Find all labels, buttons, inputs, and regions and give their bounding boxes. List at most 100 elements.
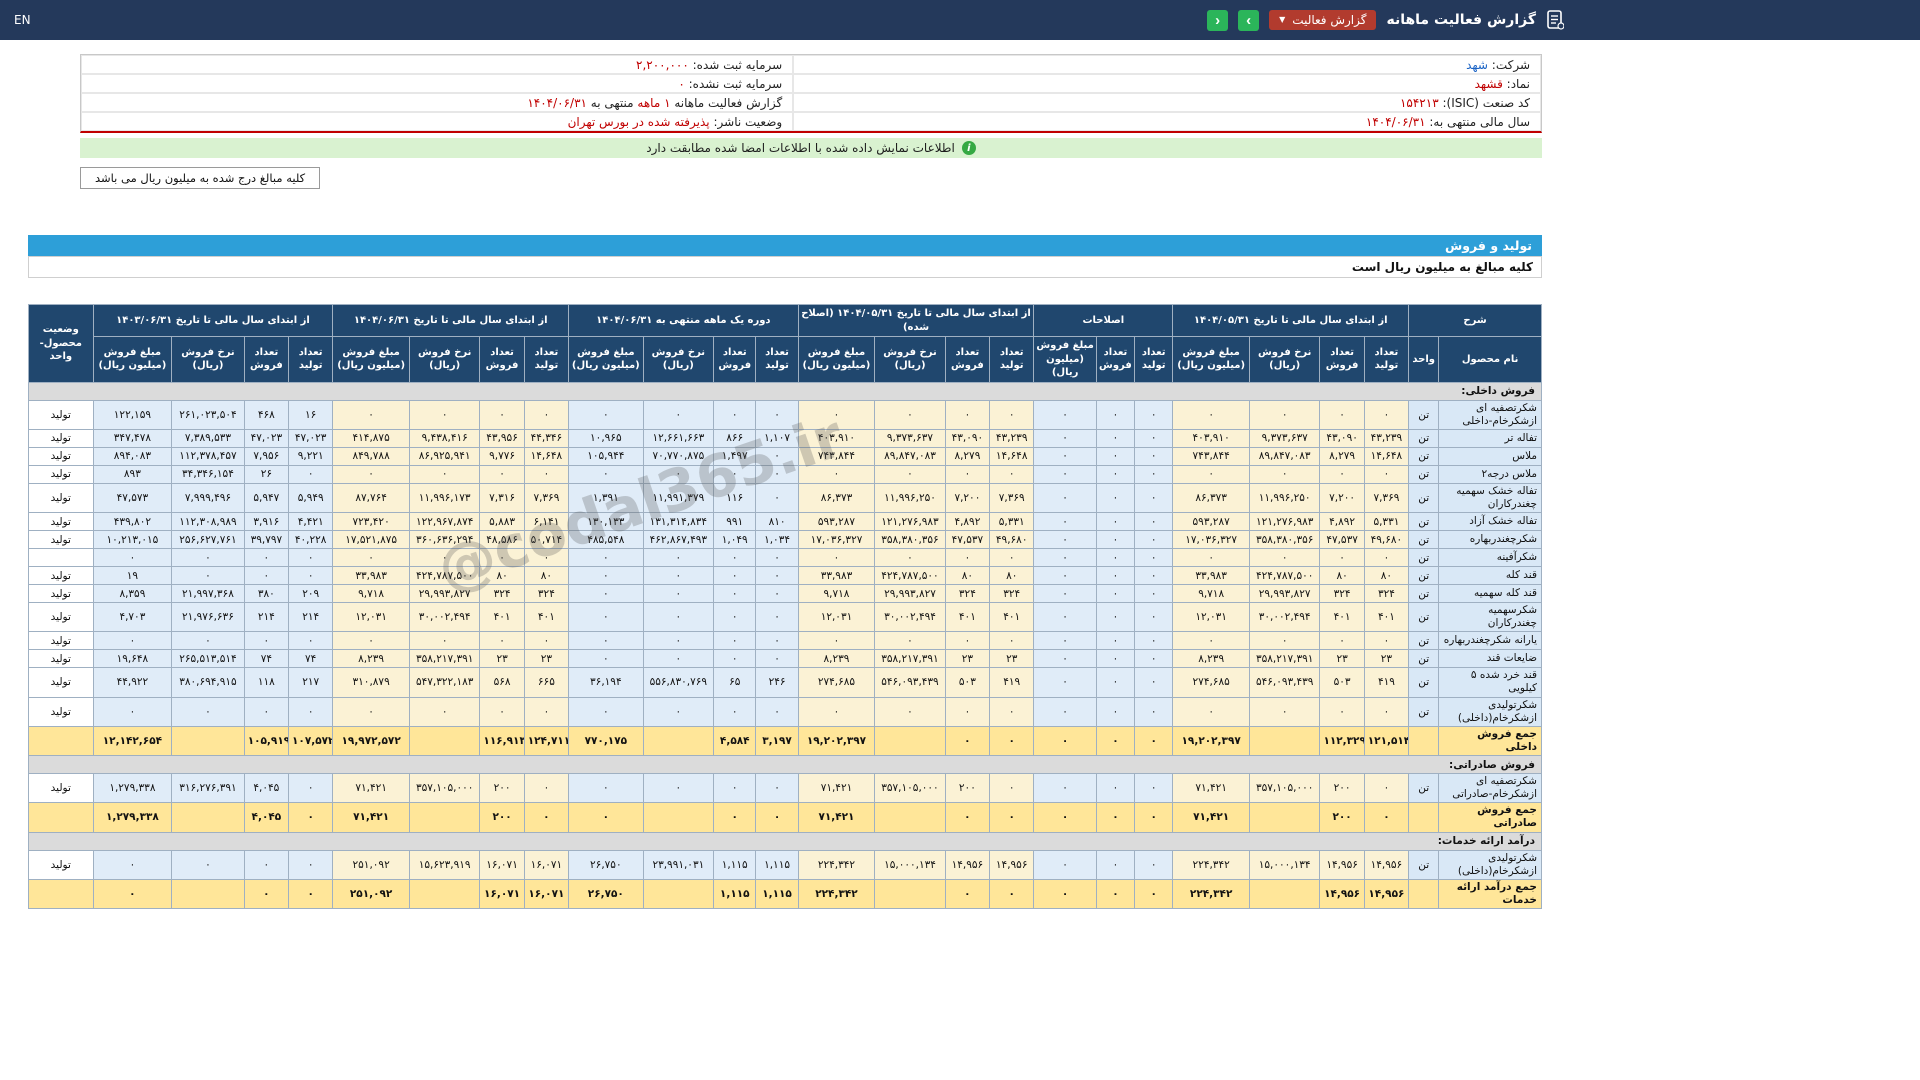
header-rate: نرخ فروش (ریال) [171,336,245,383]
cell-value: ۱۴,۹۵۶ [1363,878,1410,910]
cell-value: ۴۰۱ [523,601,570,633]
cell-value: ۲۳ [944,649,991,669]
table-row: شکرتصفیه ای ازشکرخام-صادراتی تن ۰ ۲۰۰ ۳۵۷,۱۰… [28,772,1542,804]
cell-unit: تن [1408,849,1440,880]
cell-value: ۲۵۱,۰۹۲ [332,878,410,910]
cell-value: ۰ [1134,601,1174,633]
header-qty-prod: تعداد تولید [523,336,570,383]
header-group-cor: اصلاحات [1033,304,1174,337]
cell-value: ۰ [1095,649,1136,669]
cell-value: ۷۱,۴۲۱ [797,772,876,804]
company-info-panel: شرکت: شهد سرمایه ثبت شده: ۲,۲۰۰,۰۰۰ نماد… [80,54,1542,133]
cell-value: ۰ [1172,696,1250,727]
cell-value [408,725,481,757]
cell-value: ۰ [1319,696,1365,727]
cell-value: ۵,۹۴۹ [288,482,334,514]
cell-value: ۱۳۰,۱۳۳ [568,512,644,531]
cell-status: تولید [28,428,94,448]
cell-unit: تن [1408,667,1440,698]
cell-value: ۰ [1095,849,1136,880]
cell-value: ۴۰۱ [944,601,991,633]
cell-status: تولید [28,446,94,466]
production-sales-table: شرح از ابتدای سال مالی تا تاریخ ۱۴۰۴/۰۵/۳… [28,304,1542,910]
cell-value: ۲۲۴,۳۴۲ [797,878,876,910]
cell-value: ۰ [408,631,481,651]
cell-value: ۰ [1134,667,1174,698]
cell-unit: تن [1408,772,1440,804]
cell-value: ۵۰۳ [1319,667,1365,698]
cell-value: ۰ [1248,399,1321,430]
total-row: جمع درآمد ارائه خدمات ۱۴,۹۵۶ ۱۴,۹۵۶ ۲۲۴,۳۴۲… [28,878,1542,910]
cell-value: ۱۴,۹۵۶ [944,849,991,880]
cell-value: ۱۷,۵۲۱,۸۷۵ [332,530,410,549]
cell-unit [1408,878,1440,910]
cell-value: ۸۰ [989,566,1035,585]
language-toggle[interactable]: EN [14,13,31,27]
prev-report-button[interactable]: ‹ [1207,9,1229,31]
cell-value: ۸۹۳ [92,464,173,484]
cell-value: ۷,۲۰۰ [944,482,991,514]
cell-status: تولید [28,530,94,549]
cell-value: ۳۲۴ [1319,584,1365,603]
cell-value: ۲۴۶ [755,667,799,698]
cell-value: ۱۱۲,۳۷۸,۴۵۷ [171,446,245,466]
production-sales-section: تولید و فروش کلیه مبالغ به میلیون ریال ا… [28,235,1542,910]
header-product-name: نام محصول [1438,336,1542,383]
cell-value: ۰ [1134,512,1174,531]
cell-value: ۰ [713,601,757,633]
cell-value: ۰ [989,696,1035,727]
cell-value: ۰ [755,482,799,514]
cell-value: ۰ [1134,725,1174,757]
cell-status: تولید [28,584,94,603]
header-qty-sold: تعداد فروش [944,336,991,383]
cell-value: ۰ [1134,566,1174,585]
table-row: تفاله خشک آزاد تن ۵,۳۳۱ ۴,۸۹۲ ۱۲۱,۲۷۶,۹۸۳ ۵۹۳… [28,512,1542,531]
header-rate: نرخ فروش (ریال) [874,336,946,383]
cell-product-name: ملاس [1438,446,1542,466]
cell-value: ۲۱,۹۷۶,۶۳۶ [171,601,245,633]
cell-value: ۰ [332,631,410,651]
cell-value: ۰ [332,548,410,567]
cell-value: ۱۲,۰۳۱ [797,601,876,633]
cell-value: ۰ [332,696,410,727]
cell-value: ۷,۹۵۶ [243,446,290,466]
cell-value: ۱۰۵,۹۴۴ [568,446,644,466]
cell-value: ۰ [568,601,644,633]
company-link[interactable]: شهد [1466,58,1488,72]
cell-value: ۲۱,۹۹۷,۳۶۸ [171,584,245,603]
cell-value: ۰ [92,849,173,880]
cell-value: ۰ [755,631,799,651]
cell-value: ۱۰۷,۵۷۲ [288,725,334,757]
cell-unit: تن [1408,399,1440,430]
cell-value: ۰ [1033,530,1097,549]
next-report-button[interactable]: › [1238,9,1260,31]
report-type-dropdown[interactable]: گزارش فعالیت ▼ [1269,10,1377,30]
cell-product-name: شکرچغندربهاره [1438,530,1542,549]
header-qty-sold: تعداد فروش [479,336,525,383]
cell-value: ۰ [944,399,991,430]
cell-value: ۱۹,۲۰۲,۳۹۷ [797,725,876,757]
cell-value: ۰ [713,399,757,430]
cell-status: تولید [28,399,94,430]
cell-value: ۰ [713,772,757,804]
cell-value: ۴۳,۲۳۹ [1363,428,1410,448]
cell-value: ۷۴ [288,649,334,669]
cell-value: ۰ [1095,802,1136,833]
cell-value: ۰ [288,772,334,804]
header-rate: نرخ فروش (ریال) [408,336,481,383]
cell-value: ۰ [1095,631,1136,651]
cell-value: ۰ [642,584,715,603]
cell-value: ۴۷,۰۲۳ [288,428,334,448]
cell-value: ۱۰۵,۹۱۹ [243,725,290,757]
report-period-value: ۱ ماهه [637,96,671,110]
cell-value: ۳۳,۹۸۳ [1172,566,1250,585]
cell-value: ۰ [642,601,715,633]
cell-value: ۰ [1033,464,1097,484]
cell-value: ۷۱,۴۲۱ [797,802,876,833]
cell-value: ۰ [944,802,991,833]
cell-value: ۰ [1033,772,1097,804]
cell-value: ۳۶,۱۹۴ [568,667,644,698]
cell-value: ۰ [171,696,245,727]
cell-value: ۲۶ [243,464,290,484]
cell-value: ۸۰ [1319,566,1365,585]
